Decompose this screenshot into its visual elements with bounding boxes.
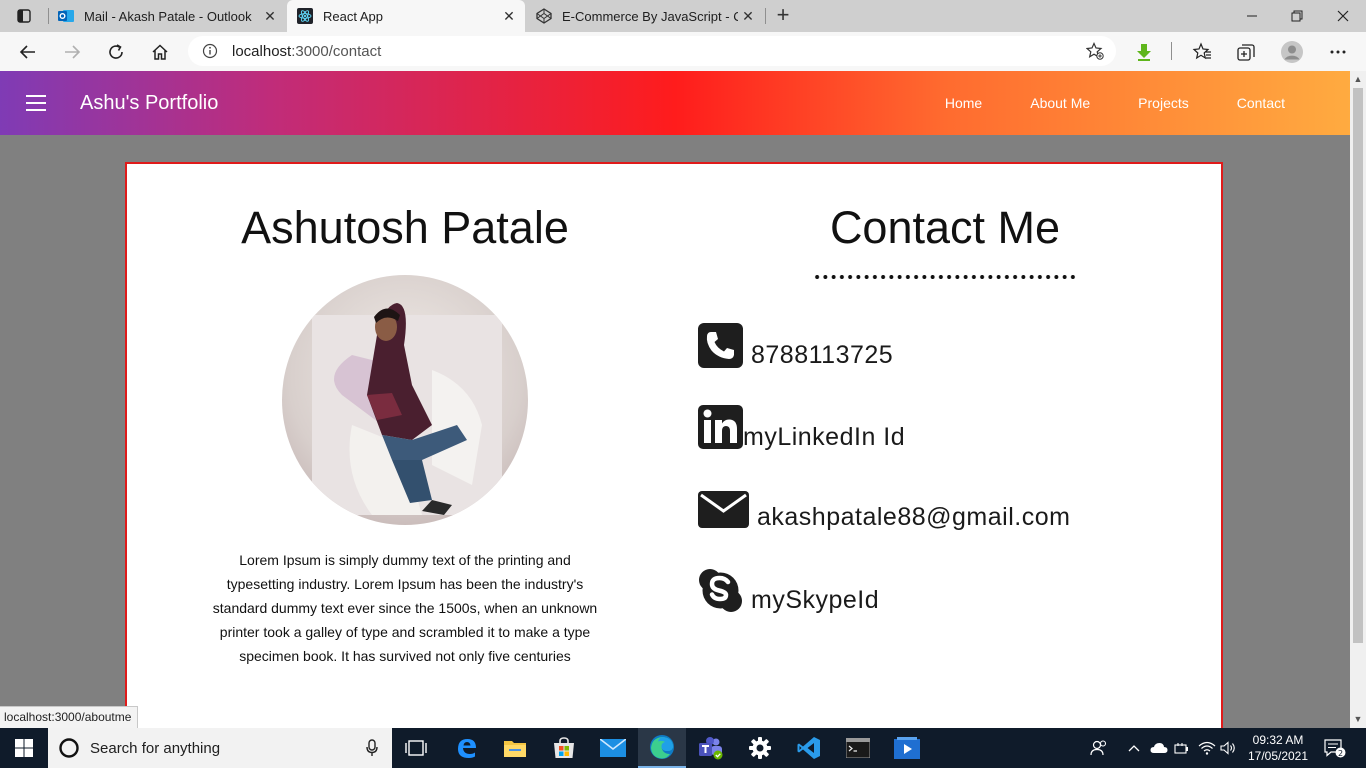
windows-logo-icon — [15, 739, 33, 757]
phone-icon — [698, 323, 743, 368]
scroll-up-icon[interactable]: ▲ — [1353, 74, 1363, 84]
volume-icon[interactable] — [1218, 728, 1240, 768]
tab-title: E-Commerce By JavaScript - Cod — [562, 8, 738, 24]
profile-bio: Lorem Ipsum is simply dummy text of the … — [212, 552, 598, 664]
contact-email-row[interactable]: akashpatale88@gmail.com — [698, 491, 1070, 531]
edge-browser-icon[interactable] — [638, 728, 686, 768]
tab-actions-icon[interactable] — [8, 6, 40, 26]
collections-icon[interactable] — [1234, 40, 1258, 64]
site-info-icon[interactable] — [202, 43, 218, 59]
tab-separator — [765, 8, 766, 24]
media-app-icon[interactable] — [883, 728, 931, 768]
skype-id: mySkypeId — [751, 586, 880, 614]
settings-gear-icon[interactable] — [736, 728, 784, 768]
cortana-icon — [59, 738, 79, 758]
main-nav: Home About Me Projects Contact — [945, 71, 1350, 135]
mail-app-icon[interactable] — [589, 728, 637, 768]
brand-title[interactable]: Ashu's Portfolio — [80, 92, 218, 115]
more-options-icon[interactable] — [1326, 40, 1350, 64]
clock-time: 09:32 AM — [1252, 733, 1304, 747]
codepen-icon — [536, 8, 552, 24]
show-hidden-icons-chevron-icon[interactable] — [1124, 728, 1144, 768]
linkedin-id: myLinkedIn Id — [743, 423, 906, 451]
phone-number: 8788113725 — [751, 341, 894, 369]
profile-name: Ashutosh Patale — [241, 202, 569, 253]
notification-count: 2 — [1338, 749, 1343, 758]
contact-skype-row[interactable]: mySkypeId — [698, 568, 880, 614]
microsoft-store-icon[interactable] — [540, 728, 588, 768]
wifi-icon[interactable] — [1196, 728, 1218, 768]
envelope-icon — [698, 491, 749, 528]
search-placeholder: Search for anything — [90, 739, 221, 757]
vscode-icon[interactable] — [785, 728, 833, 768]
email-address: akashpatale88@gmail.com — [757, 503, 1071, 531]
tab-title: React App — [323, 8, 383, 24]
terminal-icon[interactable] — [834, 728, 882, 768]
taskbar-search[interactable]: Search for anything — [48, 728, 392, 768]
favorites-icon[interactable] — [1190, 40, 1214, 64]
microphone-icon[interactable] — [366, 739, 378, 757]
scroll-down-icon[interactable]: ▼ — [1353, 714, 1363, 724]
onedrive-cloud-icon[interactable] — [1148, 728, 1170, 768]
download-extension-icon[interactable] — [1132, 40, 1156, 64]
app-header: Ashu's Portfolio Home About Me Projects … — [0, 71, 1350, 135]
scrollbar-thumb[interactable] — [1353, 88, 1363, 643]
skype-icon — [699, 569, 742, 612]
refresh-icon[interactable] — [102, 38, 130, 66]
linkedin-icon — [698, 405, 743, 449]
start-button[interactable] — [0, 728, 48, 768]
action-center-icon[interactable]: 2 — [1320, 728, 1350, 768]
forward-icon[interactable] — [58, 38, 86, 66]
windows-taskbar: Search for anything 09:32 AM 17/05/2021 … — [0, 728, 1366, 768]
taskbar-clock[interactable]: 09:32 AM 17/05/2021 — [1244, 732, 1312, 764]
browser-tab-bar: Mail - Akash Patale - Outlook ✕ React Ap… — [0, 0, 1366, 32]
page-scrollbar[interactable]: ▲ ▼ — [1350, 71, 1366, 728]
outlook-icon — [58, 10, 74, 22]
nav-contact[interactable]: Contact — [1237, 95, 1285, 111]
teams-icon[interactable] — [687, 728, 735, 768]
tab-close-icon[interactable]: ✕ — [499, 8, 519, 25]
nav-about-me[interactable]: About Me — [1030, 95, 1090, 111]
contact-card: Ashutosh Patale Lorem Ipsum is simply du… — [125, 162, 1223, 728]
people-icon[interactable] — [1086, 728, 1112, 768]
nav-home[interactable]: Home — [945, 95, 982, 111]
close-window-icon[interactable] — [1320, 0, 1366, 32]
task-view-icon[interactable] — [392, 728, 440, 768]
restore-icon[interactable] — [1274, 0, 1320, 32]
add-favorite-icon[interactable] — [1086, 42, 1104, 60]
browser-toolbar: localhost:3000/contact — [0, 32, 1366, 71]
contact-phone-row[interactable]: 8788113725 — [698, 323, 894, 369]
toolbar-separator — [1171, 42, 1172, 60]
edge-legacy-icon[interactable] — [443, 728, 491, 768]
new-tab-button[interactable]: + — [772, 4, 794, 28]
file-explorer-icon[interactable] — [491, 728, 539, 768]
tab-react-app[interactable]: React App ✕ — [287, 0, 525, 32]
tab-outlook[interactable]: Mail - Akash Patale - Outlook ✕ — [48, 0, 286, 32]
contact-linkedin-row[interactable]: myLinkedIn Id — [698, 405, 906, 451]
tab-close-icon[interactable]: ✕ — [260, 8, 280, 25]
address-bar[interactable]: localhost:3000/contact — [188, 36, 1116, 66]
tab-title: Mail - Akash Patale - Outlook — [84, 8, 252, 24]
url-text: localhost:3000/contact — [232, 42, 382, 60]
tab-ecommerce[interactable]: E-Commerce By JavaScript - Cod ✕ — [526, 0, 764, 32]
clock-date: 17/05/2021 — [1247, 749, 1309, 763]
dotted-divider — [813, 275, 1077, 279]
link-status-bubble: localhost:3000/aboutme — [0, 706, 139, 728]
profile-avatar-icon[interactable] — [1280, 40, 1304, 64]
contact-title: Contact Me — [829, 202, 1061, 253]
battery-plug-icon[interactable] — [1172, 728, 1192, 768]
tab-close-icon[interactable]: ✕ — [738, 8, 758, 25]
profile-photo — [282, 275, 528, 525]
menu-icon[interactable] — [26, 95, 46, 111]
home-icon[interactable] — [146, 38, 174, 66]
minimize-icon[interactable] — [1229, 0, 1275, 32]
page-viewport: Ashu's Portfolio Home About Me Projects … — [0, 71, 1350, 728]
back-icon[interactable] — [14, 38, 42, 66]
nav-projects[interactable]: Projects — [1138, 95, 1189, 111]
react-icon — [297, 8, 313, 24]
